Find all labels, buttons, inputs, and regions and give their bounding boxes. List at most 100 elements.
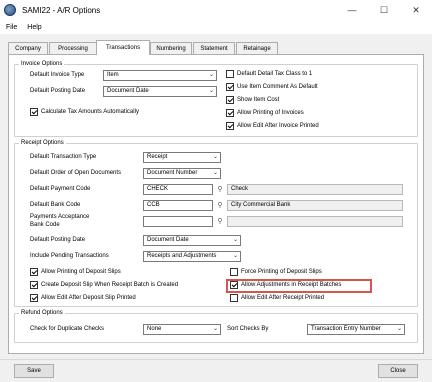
sort-checks-select[interactable]: Transaction Entry Number ⌄	[307, 324, 405, 335]
allow-print-slips-checkbox[interactable]: Allow Printing of Deposit Slips	[30, 268, 121, 276]
close-button[interactable]: Close	[378, 364, 418, 378]
default-invoice-type-label: Default Invoice Type	[30, 72, 85, 78]
allow-printing-invoices-label: Allow Printing of Invoices	[237, 110, 304, 116]
menu-bar: File Help	[0, 20, 432, 34]
include-pending-select[interactable]: Receipts and Adjustments ⌄	[143, 251, 241, 262]
checkbox-checked-icon	[30, 108, 38, 116]
payments-acceptance-description	[227, 216, 403, 227]
chevron-down-icon: ⌄	[232, 253, 238, 259]
chevron-down-icon: ⌄	[208, 88, 214, 94]
receipt-posting-date-label: Default Posting Date	[30, 237, 86, 243]
chevron-down-icon: ⌄	[212, 170, 218, 176]
sort-checks-label: Sort Checks By	[227, 326, 269, 332]
tab-retainage[interactable]: Retainage	[236, 42, 278, 54]
minimize-icon[interactable]: —	[336, 0, 368, 20]
use-item-comment-checkbox[interactable]: Use Item Comment As Default	[226, 83, 318, 91]
receipt-posting-date-select[interactable]: Document Date ⌄	[143, 235, 241, 246]
window-title: SAMI22 - A/R Options	[22, 5, 101, 15]
transaction-type-value: Receipt	[147, 154, 168, 160]
save-button[interactable]: Save	[14, 364, 54, 378]
invoice-options-label: Invoice Options	[19, 61, 65, 67]
divider	[0, 359, 432, 360]
receipt-options-label: Receipt Options	[19, 140, 66, 146]
receipt-posting-date-value: Document Date	[147, 237, 189, 243]
tab-numbering[interactable]: Numbering	[150, 42, 192, 54]
force-print-checkbox[interactable]: Force Printing of Deposit Slips	[230, 268, 322, 276]
payment-code-description: Check	[227, 184, 403, 195]
duplicate-checks-value: None	[147, 326, 162, 332]
checkbox-checked-icon	[226, 122, 234, 130]
checkbox-unchecked-icon	[230, 268, 238, 276]
checkbox-checked-icon	[30, 281, 38, 289]
create-slip-label: Create Deposit Slip When Receipt Batch i…	[41, 282, 179, 288]
default-transaction-type-label: Default Transaction Type	[30, 154, 97, 160]
search-icon[interactable]: ⚲	[215, 184, 225, 195]
chevron-down-icon: ⌄	[232, 237, 238, 243]
invoice-posting-date-select[interactable]: Document Date ⌄	[103, 86, 217, 97]
tab-company[interactable]: Company	[8, 42, 48, 54]
default-bank-code-label: Default Bank Code	[30, 202, 81, 208]
duplicate-checks-select[interactable]: None ⌄	[143, 324, 221, 335]
bank-code-input[interactable]: CCB	[143, 200, 213, 211]
chevron-down-icon: ⌄	[396, 326, 402, 332]
allow-printing-invoices-checkbox[interactable]: Allow Printing of Invoices	[226, 109, 304, 117]
calc-tax-label: Calculate Tax Amounts Automatically	[41, 109, 139, 115]
chevron-down-icon: ⌄	[212, 154, 218, 160]
default-order-label: Default Order of Open Documents	[30, 170, 122, 176]
chevron-down-icon: ⌄	[208, 72, 214, 78]
allow-edit-slip-label: Allow Edit After Deposit Slip Printed	[41, 295, 136, 301]
app-icon	[4, 4, 16, 16]
default-tax-class-label: Default Detail Tax Class to 1	[237, 71, 313, 77]
search-icon[interactable]: ⚲	[215, 200, 225, 211]
checkbox-unchecked-icon	[230, 294, 238, 302]
close-window-icon[interactable]: ✕	[400, 0, 432, 20]
checkbox-checked-icon	[226, 83, 234, 91]
default-transaction-type-select[interactable]: Receipt ⌄	[143, 152, 221, 163]
bank-code-description: City Commercial Bank	[227, 200, 403, 211]
allow-edit-invoice-label: Allow Edit After Invoice Printed	[237, 123, 319, 129]
tab-processing[interactable]: Processing	[49, 42, 97, 54]
show-item-cost-checkbox[interactable]: Show Item Cost	[226, 96, 279, 104]
default-invoice-type-value: Item	[107, 72, 119, 78]
tab-transactions[interactable]: Transactions	[96, 40, 150, 55]
payment-code-input[interactable]: CHECK	[143, 184, 213, 195]
duplicate-checks-label: Check for Duplicate Checks	[30, 326, 105, 332]
default-order-select[interactable]: Document Number ⌄	[143, 168, 221, 179]
menu-file[interactable]: File	[6, 24, 17, 31]
tab-statement[interactable]: Statement	[193, 42, 235, 54]
title-bar: SAMI22 - A/R Options — ☐ ✕	[0, 0, 432, 20]
allow-edit-receipt-checkbox[interactable]: Allow Edit After Receipt Printed	[230, 294, 324, 302]
create-slip-checkbox[interactable]: Create Deposit Slip When Receipt Batch i…	[30, 281, 178, 289]
search-icon[interactable]: ⚲	[215, 216, 225, 227]
payments-acceptance-bank-input[interactable]	[143, 216, 213, 227]
calc-tax-checkbox[interactable]: Calculate Tax Amounts Automatically	[30, 108, 139, 116]
chevron-down-icon: ⌄	[212, 326, 218, 332]
checkbox-checked-icon	[30, 294, 38, 302]
sort-checks-value: Transaction Entry Number	[311, 326, 381, 332]
checkbox-checked-icon	[226, 96, 234, 104]
default-order-value: Document Number	[147, 170, 198, 176]
highlight-box	[226, 279, 372, 293]
default-invoice-type-select[interactable]: Item ⌄	[103, 70, 217, 81]
checkbox-checked-icon	[30, 268, 38, 276]
allow-edit-receipt-label: Allow Edit After Receipt Printed	[241, 295, 325, 301]
invoice-posting-date-value: Document Date	[107, 88, 149, 94]
checkbox-unchecked-icon	[226, 70, 234, 78]
default-posting-date-label: Default Posting Date	[30, 88, 86, 94]
allow-edit-slip-checkbox[interactable]: Allow Edit After Deposit Slip Printed	[30, 294, 136, 302]
refund-options-label: Refund Options	[19, 310, 65, 316]
use-item-comment-label: Use Item Comment As Default	[237, 84, 318, 90]
checkbox-checked-icon	[226, 109, 234, 117]
include-pending-label: Include Pending Transactions	[30, 253, 109, 259]
allow-print-slips-label: Allow Printing of Deposit Slips	[41, 269, 121, 275]
maximize-icon[interactable]: ☐	[368, 0, 400, 20]
allow-edit-invoice-checkbox[interactable]: Allow Edit After Invoice Printed	[226, 122, 319, 130]
include-pending-value: Receipts and Adjustments	[147, 253, 217, 259]
payments-acceptance-label-1: Payments Acceptance	[30, 214, 90, 220]
default-payment-code-label: Default Payment Code	[30, 186, 91, 192]
force-print-label: Force Printing of Deposit Slips	[241, 269, 322, 275]
payments-acceptance-label-2: Bank Code	[30, 222, 60, 228]
show-item-cost-label: Show Item Cost	[237, 97, 280, 103]
menu-help[interactable]: Help	[27, 24, 41, 31]
default-tax-class-checkbox[interactable]: Default Detail Tax Class to 1	[226, 70, 312, 78]
